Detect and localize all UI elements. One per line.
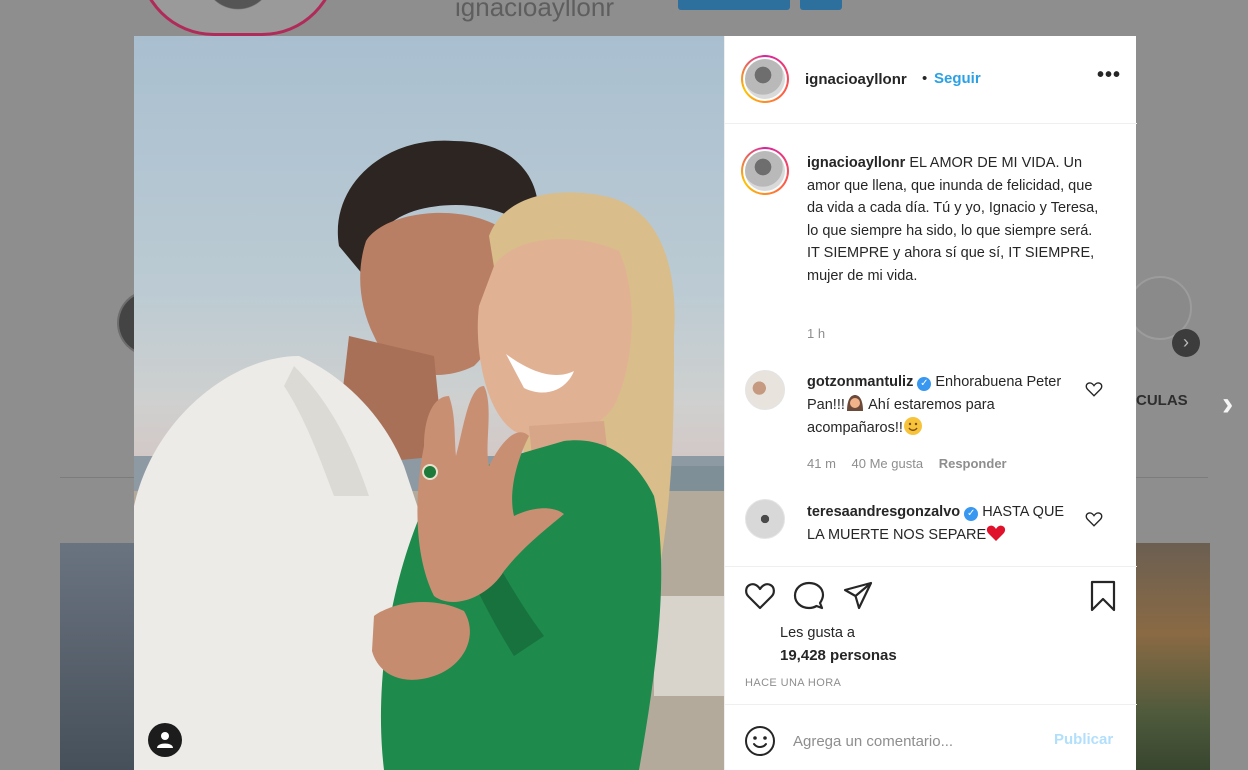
header-separator: • [922,70,928,87]
comment-username[interactable]: gotzonmantuliz [807,374,913,390]
caption-username[interactable]: ignacioayllonr [807,155,905,171]
comment-input[interactable] [793,729,1043,753]
background-grid-thumbnail-right [1136,543,1210,770]
comment-like-heart-icon[interactable] [1085,510,1103,528]
likes-label: Les gusta a [780,625,855,641]
publish-comment-button[interactable]: Publicar [1054,731,1113,748]
post-side-panel: ignacioayllonr • Seguir ••• ignacioayllo… [724,36,1137,770]
woman-with-headscarf-emoji [846,395,863,411]
comment-avatar[interactable] [745,370,785,410]
background-highlight-next-icon: › [1172,329,1200,357]
tagged-users-button[interactable] [148,723,182,757]
comment-time[interactable]: 41 m [807,456,836,471]
comment-likes[interactable]: 40 Me gusta [852,456,924,471]
verified-badge-icon: ✓ [964,507,979,521]
caption-text: EL AMOR DE MI VIDA. Un amor que llena, q… [807,155,1099,284]
post-photo[interactable] [134,36,724,770]
like-heart-icon[interactable] [744,580,776,612]
comment-composer: Publicar [725,704,1137,770]
verified-badge-icon: ✓ [917,377,932,391]
reply-button[interactable]: Responder [939,456,1007,471]
comment-username[interactable]: teresaandresgonzalvo [807,504,960,520]
comment: gotzonmantuliz ✓ Enhorabuena Peter Pan!!… [807,371,1077,439]
caption-author-avatar[interactable] [741,147,789,195]
next-post-arrow-icon[interactable]: › [1222,385,1233,424]
likes-count[interactable]: 19,428 personas [780,647,897,664]
follow-button[interactable]: Seguir [934,70,981,87]
comment-meta: 41 m 40 Me gusta Responder [807,456,1019,471]
background-message-button [678,0,790,10]
background-grid-thumbnail-left [60,543,134,770]
background-follow-button [800,0,842,10]
comment-icon[interactable] [793,580,825,612]
post-header: ignacioayllonr • Seguir ••• [725,36,1137,124]
emoji-picker-icon[interactable] [744,725,776,757]
post-author-username[interactable]: ignacioayllonr [805,71,907,88]
post-caption: ignacioayllonr EL AMOR DE MI VIDA. Un am… [807,152,1107,287]
post-timestamp[interactable]: HACE UNA HORA [745,677,841,689]
caption-timestamp[interactable]: 1 h [807,326,825,341]
background-highlight-label: CULAS [1136,392,1188,409]
share-send-icon[interactable] [842,580,874,612]
comment-avatar[interactable] [745,499,785,539]
actions-divider [725,566,1137,567]
comment: teresaandresgonzalvo ✓ HASTA QUE LA MUER… [807,501,1077,546]
post-author-avatar[interactable] [741,55,789,103]
background-profile-username: ignacioayllonr [455,0,614,22]
more-options-icon[interactable]: ••• [1097,64,1121,87]
comment-like-heart-icon[interactable] [1085,380,1103,398]
background-profile-avatar [138,0,338,36]
post-photo-illustration [134,140,724,770]
save-bookmark-icon[interactable] [1087,580,1119,612]
red-heart-emoji [987,525,1006,541]
hugging-face-emoji [903,417,922,435]
user-icon [157,732,173,748]
